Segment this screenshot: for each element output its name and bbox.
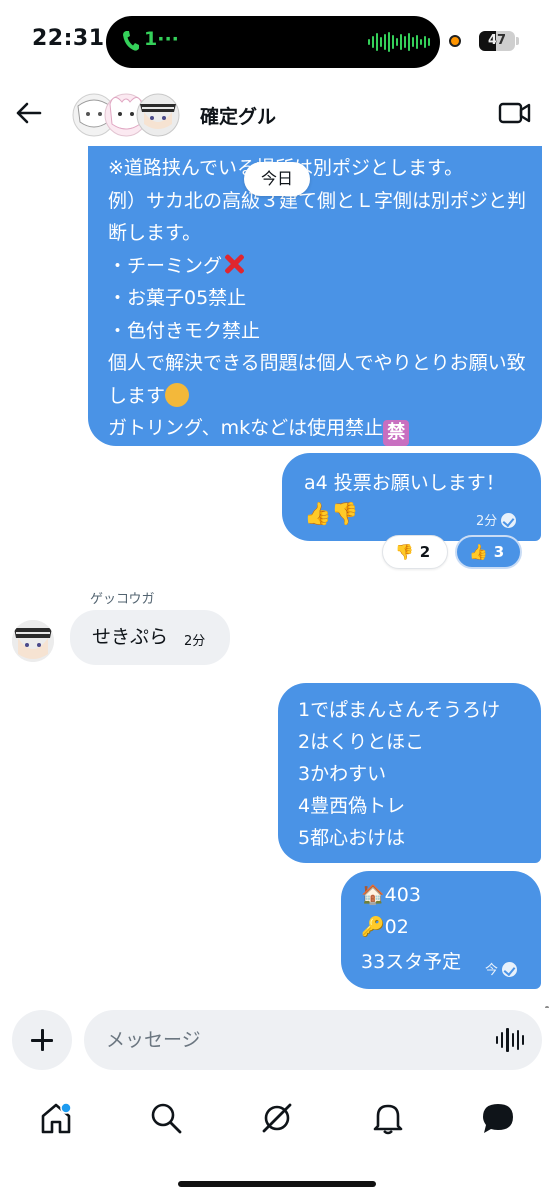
rules-line: ・チーミング bbox=[108, 254, 223, 277]
home-indicator[interactable] bbox=[178, 1181, 376, 1187]
vote-message-bubble[interactable]: a4 投票お願いします！ 👍👎 2分 bbox=[282, 453, 541, 541]
list-message-line: 4豊西偽トレ bbox=[298, 795, 406, 817]
video-camera-icon bbox=[498, 102, 531, 124]
nav-search[interactable] bbox=[148, 1100, 184, 1136]
message-composer bbox=[0, 1008, 554, 1078]
rules-line: 例）サカ北の高級３建て側とＬ字側は別ポジと判断します。 bbox=[108, 189, 527, 245]
info-message-line: 33スタ予定 bbox=[361, 951, 462, 973]
back-button[interactable] bbox=[12, 96, 46, 130]
group-avatar[interactable] bbox=[70, 92, 182, 138]
thumbs-emoji: 👍👎 bbox=[304, 502, 359, 527]
list-message-line: 3かわすい bbox=[298, 763, 387, 785]
list-message-line: 2はくりとほこ bbox=[298, 731, 425, 753]
nav-messages[interactable] bbox=[480, 1100, 516, 1136]
list-message-line: 1でぱまんさんそうろけ bbox=[298, 699, 501, 721]
status-time: 22:31 bbox=[32, 26, 105, 51]
info-message-line: 🏠403 bbox=[361, 884, 421, 906]
video-call-button[interactable] bbox=[498, 98, 532, 128]
reaction-thumbs-down[interactable]: 👎 2 bbox=[382, 535, 448, 569]
list-message-bubble[interactable]: 1でぱまんさんそうろけ 2はくりとほこ 3かわすい 4豊西偽トレ 5都心おけは bbox=[278, 683, 541, 863]
vote-message-text: a4 投票お願いします！ 👍👎 bbox=[304, 467, 505, 531]
reaction-thumbs-up[interactable]: 👍 3 bbox=[455, 535, 522, 569]
nav-grok[interactable] bbox=[259, 1100, 295, 1136]
messages-icon bbox=[483, 1104, 513, 1133]
message-time: 2分 bbox=[476, 510, 517, 529]
battery-level: 47 bbox=[487, 33, 507, 48]
message-list[interactable]: ※道路挟んでいる場所は別ポジとします。 例）サカ北の高級３建て側とＬ字側は別ポジ… bbox=[0, 146, 554, 1008]
sender-name: ゲッコウガ bbox=[90, 592, 155, 607]
info-message-line: 🔑02 bbox=[361, 916, 409, 938]
read-check-icon bbox=[501, 513, 517, 528]
group-title[interactable]: 確定グル bbox=[200, 102, 276, 129]
rules-line: ガトリング、mkなどは使用禁止 bbox=[108, 417, 384, 439]
search-icon bbox=[151, 1103, 182, 1134]
rules-line: ・色付きモク禁止 bbox=[108, 319, 261, 342]
bell-icon bbox=[373, 1104, 403, 1135]
sender-avatar[interactable] bbox=[12, 620, 54, 662]
read-check-icon bbox=[502, 962, 518, 977]
dynamic-island[interactable]: 1··· bbox=[106, 16, 440, 68]
rules-line: ・お菓子05禁止 bbox=[108, 287, 247, 309]
thumbs-down-icon: 👎 bbox=[395, 543, 414, 561]
status-bar: 22:31 1··· 47 bbox=[0, 0, 554, 84]
nav-notifications[interactable] bbox=[370, 1100, 406, 1136]
message-time-text: 今 bbox=[485, 963, 499, 978]
audio-wave-icon bbox=[368, 32, 430, 52]
arrow-left-icon bbox=[16, 102, 42, 124]
date-separator: 今日 bbox=[244, 162, 310, 196]
cross-mark-icon bbox=[222, 252, 246, 276]
nav-home[interactable] bbox=[38, 1100, 74, 1136]
call-duration: 1··· bbox=[144, 28, 179, 50]
chat-header: 確定グル bbox=[0, 84, 554, 146]
prohibited-kanji-icon: 禁 bbox=[383, 420, 410, 446]
message-time: 今 bbox=[485, 959, 518, 978]
vote-message-line: a4 投票お願いします！ bbox=[304, 472, 505, 494]
reaction-count: 2 bbox=[419, 543, 431, 561]
home-icon bbox=[41, 1102, 72, 1134]
reaction-count: 3 bbox=[493, 543, 505, 561]
privacy-indicator-icon bbox=[449, 35, 461, 47]
thumbs-up-icon: 👍 bbox=[469, 543, 488, 561]
rules-message-text: ※道路挟んでいる場所は別ポジとします。 例）サカ北の高級３建て側とＬ字側は別ポジ… bbox=[108, 152, 528, 446]
info-message-bubble[interactable]: 🏠403 🔑02 33スタ予定 今 bbox=[341, 871, 541, 989]
grok-icon bbox=[262, 1103, 292, 1133]
message-input[interactable] bbox=[84, 1010, 542, 1070]
battery-tip bbox=[516, 37, 519, 45]
battery-icon: 47 bbox=[479, 31, 515, 51]
voice-message-button[interactable] bbox=[496, 1028, 525, 1052]
message-time: 2分 bbox=[184, 634, 206, 649]
rules-message-bubble[interactable]: ※道路挟んでいる場所は別ポジとします。 例）サカ北の高級３建て側とＬ字側は別ポジ… bbox=[88, 146, 542, 446]
add-attachment-button[interactable] bbox=[12, 1010, 72, 1070]
incoming-message-text: せきぷら bbox=[92, 626, 169, 648]
message-time-text: 2分 bbox=[476, 514, 498, 529]
phone-icon bbox=[122, 30, 140, 52]
bowing-person-icon bbox=[165, 382, 190, 407]
incoming-message-bubble[interactable]: せきぷら 2分 bbox=[70, 610, 230, 665]
list-message-line: 5都心おけは bbox=[298, 827, 406, 849]
